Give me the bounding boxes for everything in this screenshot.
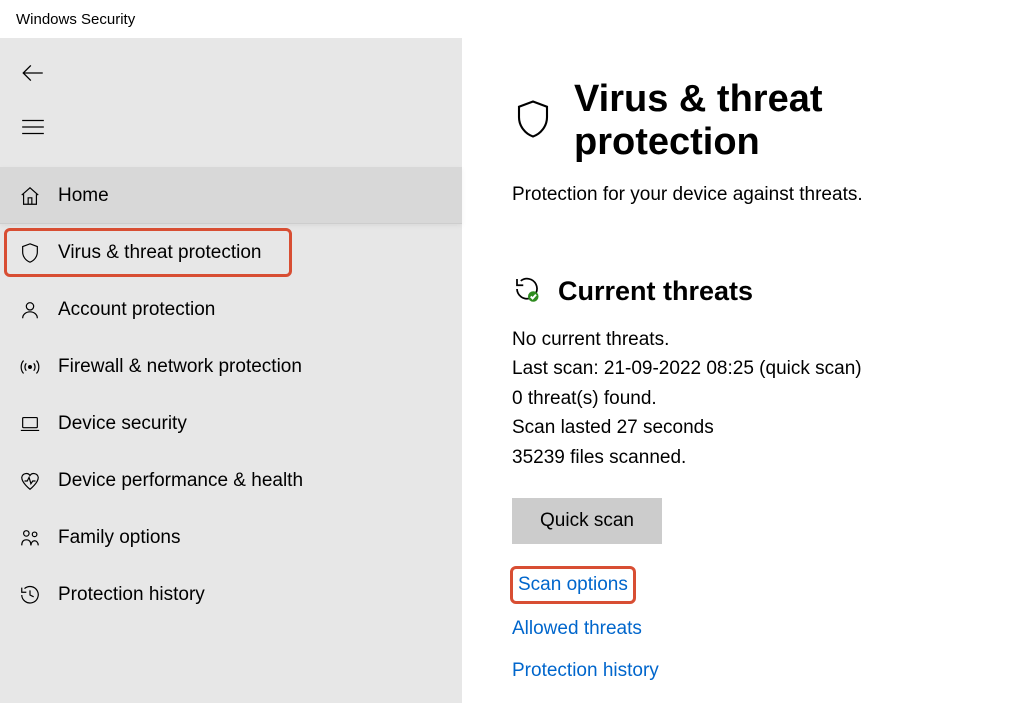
- sidebar-item-firewall-network-protection[interactable]: Firewall & network protection: [0, 338, 462, 395]
- status-last-scan: Last scan: 21-09-2022 08:25 (quick scan): [512, 354, 984, 383]
- window-title: Windows Security: [16, 11, 135, 28]
- page-title: Virus & threat protection: [574, 78, 984, 164]
- sidebar-item-protection-history[interactable]: Protection history: [0, 566, 462, 623]
- history-check-icon: [512, 274, 542, 309]
- section-title-current-threats: Current threats: [558, 276, 753, 307]
- threat-status-block: No current threats. Last scan: 21-09-202…: [512, 325, 984, 472]
- sidebar-item-label: Home: [58, 185, 109, 207]
- sidebar-item-label: Account protection: [58, 299, 215, 321]
- status-threats-found: 0 threat(s) found.: [512, 384, 984, 413]
- status-files-scanned: 35239 files scanned.: [512, 443, 984, 472]
- sidebar-item-label: Family options: [58, 527, 181, 549]
- heart-rate-icon: [18, 470, 42, 492]
- window-titlebar: Windows Security: [0, 0, 1024, 38]
- status-no-threats: No current threats.: [512, 325, 984, 354]
- sidebar-item-label: Protection history: [58, 584, 205, 606]
- home-icon: [18, 185, 42, 207]
- sidebar-item-label: Virus & threat protection: [58, 242, 261, 264]
- sidebar-item-home[interactable]: Home: [0, 167, 462, 224]
- history-icon: [18, 584, 42, 606]
- scan-options-link[interactable]: Scan options: [512, 572, 634, 598]
- sidebar-item-virus-threat-protection[interactable]: Virus & threat protection: [0, 224, 462, 281]
- shield-icon: [512, 98, 554, 145]
- back-button[interactable]: [20, 53, 60, 93]
- sidebar-item-device-performance-health[interactable]: Device performance & health: [0, 452, 462, 509]
- laptop-icon: [18, 413, 42, 435]
- protection-history-link[interactable]: Protection history: [512, 660, 984, 682]
- sidebar-item-device-security[interactable]: Device security: [0, 395, 462, 452]
- person-icon: [18, 299, 42, 321]
- hamburger-menu-button[interactable]: [20, 107, 60, 147]
- page-subtitle: Protection for your device against threa…: [512, 184, 984, 206]
- status-scan-duration: Scan lasted 27 seconds: [512, 413, 984, 442]
- quick-scan-button[interactable]: Quick scan: [512, 498, 662, 544]
- sidebar-item-label: Device security: [58, 413, 187, 435]
- allowed-threats-link[interactable]: Allowed threats: [512, 618, 984, 640]
- sidebar: Home Virus & threat protection Account p…: [0, 38, 462, 703]
- main-content: Virus & threat protection Protection for…: [462, 38, 1024, 703]
- shield-icon: [18, 242, 42, 264]
- sidebar-item-label: Firewall & network protection: [58, 356, 302, 378]
- sidebar-item-account-protection[interactable]: Account protection: [0, 281, 462, 338]
- sidebar-item-family-options[interactable]: Family options: [0, 509, 462, 566]
- antenna-icon: [18, 356, 42, 378]
- sidebar-item-label: Device performance & health: [58, 470, 303, 492]
- family-icon: [18, 527, 42, 549]
